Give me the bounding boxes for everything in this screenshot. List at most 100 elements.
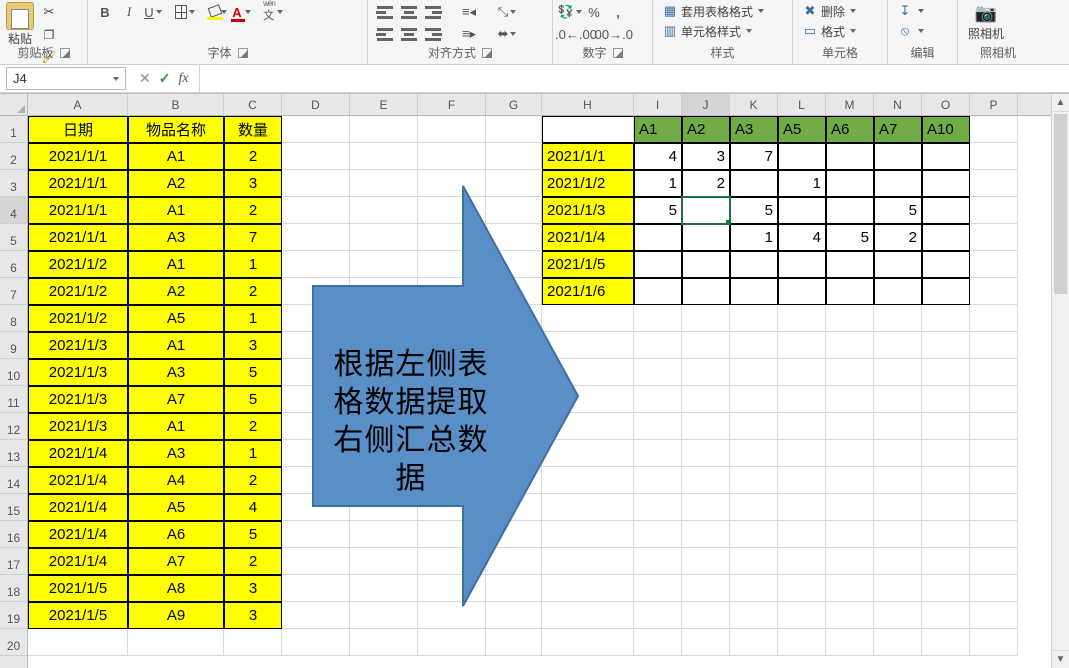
cell-H14[interactable]	[542, 467, 634, 494]
cell-B1[interactable]: 物品名称	[128, 116, 224, 143]
phonetic-button[interactable]	[262, 2, 284, 22]
cell-P2[interactable]	[970, 143, 1018, 170]
cell-O2[interactable]	[922, 143, 970, 170]
cell-A4[interactable]: 2021/1/1	[28, 197, 128, 224]
cell-L17[interactable]	[778, 548, 826, 575]
cell-B18[interactable]: A8	[128, 575, 224, 602]
cell-H17[interactable]	[542, 548, 634, 575]
cell-G19[interactable]	[486, 602, 542, 629]
cell-M11[interactable]	[826, 386, 874, 413]
cell-J16[interactable]	[682, 521, 730, 548]
paste-button[interactable]: 粘贴	[6, 2, 34, 47]
bold-button[interactable]	[94, 2, 116, 22]
row-header-5[interactable]: 5	[0, 224, 27, 251]
cell-D18[interactable]	[282, 575, 350, 602]
row-header-8[interactable]: 8	[0, 305, 27, 332]
cell-I13[interactable]	[634, 440, 682, 467]
cell-N11[interactable]	[874, 386, 922, 413]
cell-M18[interactable]	[826, 575, 874, 602]
cell-N17[interactable]	[874, 548, 922, 575]
cell-M7[interactable]	[826, 278, 874, 305]
cell-K19[interactable]	[730, 602, 778, 629]
cell-I10[interactable]	[634, 359, 682, 386]
cell-E10[interactable]	[350, 359, 418, 386]
row-header-15[interactable]: 15	[0, 494, 27, 521]
cell-D17[interactable]	[282, 548, 350, 575]
cell-E3[interactable]	[350, 170, 418, 197]
cell-L13[interactable]	[778, 440, 826, 467]
cell-N1[interactable]: A7	[874, 116, 922, 143]
insert-function-button[interactable]: fx	[178, 71, 188, 87]
cell-F20[interactable]	[418, 629, 486, 656]
cell-A18[interactable]: 2021/1/5	[28, 575, 128, 602]
cell-F13[interactable]	[418, 440, 486, 467]
cell-M17[interactable]	[826, 548, 874, 575]
cell-O5[interactable]	[922, 224, 970, 251]
cell-A7[interactable]: 2021/1/2	[28, 278, 128, 305]
cell-E4[interactable]	[350, 197, 418, 224]
cell-G20[interactable]	[486, 629, 542, 656]
cell-L19[interactable]	[778, 602, 826, 629]
cell-P19[interactable]	[970, 602, 1018, 629]
cell-F3[interactable]	[418, 170, 486, 197]
cell-F7[interactable]	[418, 278, 486, 305]
cell-O16[interactable]	[922, 521, 970, 548]
cell-L4[interactable]	[778, 197, 826, 224]
cell-H5[interactable]: 2021/1/4	[542, 224, 634, 251]
cell-J20[interactable]	[682, 629, 730, 656]
decrease-decimal-button[interactable]: .00→.0	[595, 24, 629, 44]
cell-I11[interactable]	[634, 386, 682, 413]
cell-O6[interactable]	[922, 251, 970, 278]
cell-H1[interactable]	[542, 116, 634, 143]
cell-M4[interactable]	[826, 197, 874, 224]
cell-P1[interactable]	[970, 116, 1018, 143]
row-header-12[interactable]: 12	[0, 413, 27, 440]
cell-B7[interactable]: A2	[128, 278, 224, 305]
cell-J14[interactable]	[682, 467, 730, 494]
cell-A20[interactable]	[28, 629, 128, 656]
cell-D14[interactable]	[282, 467, 350, 494]
cell-G2[interactable]	[486, 143, 542, 170]
cell-O3[interactable]	[922, 170, 970, 197]
cell-K2[interactable]: 7	[730, 143, 778, 170]
align-middle-button[interactable]	[398, 2, 420, 22]
cell-C14[interactable]: 2	[224, 467, 282, 494]
cell-P13[interactable]	[970, 440, 1018, 467]
enter-formula-button[interactable]: ✓	[159, 70, 171, 87]
cell-M5[interactable]: 5	[826, 224, 874, 251]
column-header-E[interactable]: E	[350, 94, 418, 115]
column-header-O[interactable]: O	[922, 94, 970, 115]
cell-E8[interactable]	[350, 305, 418, 332]
select-all-corner[interactable]	[0, 94, 27, 116]
cell-M15[interactable]	[826, 494, 874, 521]
italic-button[interactable]	[118, 2, 140, 22]
cell-D12[interactable]	[282, 413, 350, 440]
cell-N9[interactable]	[874, 332, 922, 359]
cells-area[interactable]: 日期物品名称数量A1A2A3A5A6A7A102021/1/1A122021/1…	[28, 116, 1051, 656]
cell-A11[interactable]: 2021/1/3	[28, 386, 128, 413]
cell-K3[interactable]	[730, 170, 778, 197]
cell-L20[interactable]	[778, 629, 826, 656]
cell-N15[interactable]	[874, 494, 922, 521]
cell-I14[interactable]	[634, 467, 682, 494]
row-header-14[interactable]: 14	[0, 467, 27, 494]
cell-D5[interactable]	[282, 224, 350, 251]
scroll-thumb[interactable]	[1054, 114, 1067, 294]
cell-P17[interactable]	[970, 548, 1018, 575]
row-header-4[interactable]: 4	[0, 197, 27, 224]
cell-B2[interactable]: A1	[128, 143, 224, 170]
cancel-formula-button[interactable]: ✕	[139, 70, 151, 87]
cell-E11[interactable]	[350, 386, 418, 413]
cell-H4[interactable]: 2021/1/3	[542, 197, 634, 224]
align-left-button[interactable]	[374, 24, 396, 44]
cell-O13[interactable]	[922, 440, 970, 467]
cell-F11[interactable]	[418, 386, 486, 413]
cell-G13[interactable]	[486, 440, 542, 467]
font-color-button[interactable]	[230, 2, 252, 22]
cell-M14[interactable]	[826, 467, 874, 494]
cell-F8[interactable]	[418, 305, 486, 332]
cell-F15[interactable]	[418, 494, 486, 521]
cell-K13[interactable]	[730, 440, 778, 467]
row-header-6[interactable]: 6	[0, 251, 27, 278]
cell-L18[interactable]	[778, 575, 826, 602]
